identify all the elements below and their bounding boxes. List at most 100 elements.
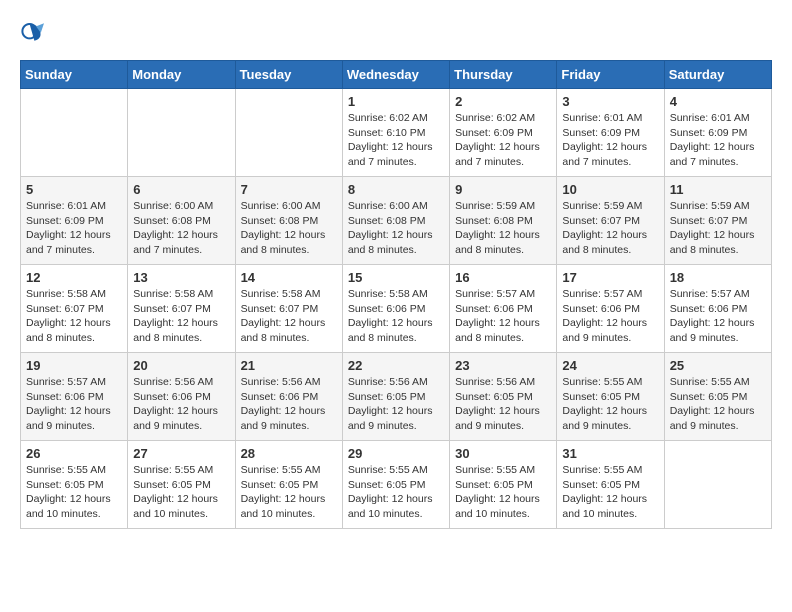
day-number: 3 bbox=[562, 94, 658, 109]
day-number: 29 bbox=[348, 446, 444, 461]
day-info: Sunrise: 5:58 AM Sunset: 6:06 PM Dayligh… bbox=[348, 287, 444, 346]
day-info: Sunrise: 5:55 AM Sunset: 6:05 PM Dayligh… bbox=[562, 463, 658, 522]
day-number: 1 bbox=[348, 94, 444, 109]
day-info: Sunrise: 5:58 AM Sunset: 6:07 PM Dayligh… bbox=[26, 287, 122, 346]
day-info: Sunrise: 5:55 AM Sunset: 6:05 PM Dayligh… bbox=[562, 375, 658, 434]
calendar-day-cell: 3 Sunrise: 6:01 AM Sunset: 6:09 PM Daylig… bbox=[557, 89, 664, 177]
day-info: Sunrise: 5:56 AM Sunset: 6:05 PM Dayligh… bbox=[348, 375, 444, 434]
calendar-day-cell: 19 Sunrise: 5:57 AM Sunset: 6:06 PM Dayli… bbox=[21, 353, 128, 441]
day-number: 20 bbox=[133, 358, 229, 373]
calendar-day-cell: 25Sunrise: 5:55 AM Sunset: 6:05 PM Dayli… bbox=[664, 353, 771, 441]
calendar-day-cell: 14 Sunrise: 5:58 AM Sunset: 6:07 PM Dayli… bbox=[235, 265, 342, 353]
day-of-week-header: Saturday bbox=[664, 61, 771, 89]
day-info: Sunrise: 5:57 AM Sunset: 6:06 PM Dayligh… bbox=[26, 375, 122, 434]
calendar-day-cell: 11 Sunrise: 5:59 AM Sunset: 6:07 PM Dayli… bbox=[664, 177, 771, 265]
calendar-week-row: 1 Sunrise: 6:02 AM Sunset: 6:10 PM Daylig… bbox=[21, 89, 772, 177]
day-number: 15 bbox=[348, 270, 444, 285]
day-info: Sunrise: 6:00 AM Sunset: 6:08 PM Dayligh… bbox=[241, 199, 337, 258]
day-info: Sunrise: 5:59 AM Sunset: 6:07 PM Dayligh… bbox=[562, 199, 658, 258]
day-number: 14 bbox=[241, 270, 337, 285]
calendar-day-cell: 15 Sunrise: 5:58 AM Sunset: 6:06 PM Dayli… bbox=[342, 265, 449, 353]
calendar-week-row: 26 Sunrise: 5:55 AM Sunset: 6:05 PM Dayli… bbox=[21, 441, 772, 529]
calendar-day-cell: 2Sunrise: 6:02 AM Sunset: 6:09 PM Daylig… bbox=[450, 89, 557, 177]
day-info: Sunrise: 5:56 AM Sunset: 6:06 PM Dayligh… bbox=[241, 375, 337, 434]
day-number: 5 bbox=[26, 182, 122, 197]
day-info: Sunrise: 6:01 AM Sunset: 6:09 PM Dayligh… bbox=[670, 111, 766, 170]
days-of-week-row: SundayMondayTuesdayWednesdayThursdayFrid… bbox=[21, 61, 772, 89]
calendar-week-row: 19 Sunrise: 5:57 AM Sunset: 6:06 PM Dayli… bbox=[21, 353, 772, 441]
day-number: 22 bbox=[348, 358, 444, 373]
day-info: Sunrise: 5:55 AM Sunset: 6:05 PM Dayligh… bbox=[348, 463, 444, 522]
calendar-day-cell bbox=[235, 89, 342, 177]
calendar-day-cell: 7 Sunrise: 6:00 AM Sunset: 6:08 PM Daylig… bbox=[235, 177, 342, 265]
day-number: 11 bbox=[670, 182, 766, 197]
day-number: 19 bbox=[26, 358, 122, 373]
day-info: Sunrise: 5:55 AM Sunset: 6:05 PM Dayligh… bbox=[133, 463, 229, 522]
calendar-day-cell: 10 Sunrise: 5:59 AM Sunset: 6:07 PM Dayli… bbox=[557, 177, 664, 265]
day-of-week-header: Wednesday bbox=[342, 61, 449, 89]
day-of-week-header: Tuesday bbox=[235, 61, 342, 89]
day-info: Sunrise: 5:57 AM Sunset: 6:06 PM Dayligh… bbox=[455, 287, 551, 346]
day-number: 2 bbox=[455, 94, 551, 109]
calendar-day-cell: 24 Sunrise: 5:55 AM Sunset: 6:05 PM Dayli… bbox=[557, 353, 664, 441]
day-info: Sunrise: 6:01 AM Sunset: 6:09 PM Dayligh… bbox=[562, 111, 658, 170]
calendar-day-cell: 30 Sunrise: 5:55 AM Sunset: 6:05 PM Dayli… bbox=[450, 441, 557, 529]
calendar-day-cell: 28 Sunrise: 5:55 AM Sunset: 6:05 PM Dayli… bbox=[235, 441, 342, 529]
day-number: 18 bbox=[670, 270, 766, 285]
day-info: Sunrise: 5:57 AM Sunset: 6:06 PM Dayligh… bbox=[670, 287, 766, 346]
day-info: Sunrise: 5:58 AM Sunset: 6:07 PM Dayligh… bbox=[241, 287, 337, 346]
day-info: Sunrise: 6:02 AM Sunset: 6:10 PM Dayligh… bbox=[348, 111, 444, 170]
day-number: 28 bbox=[241, 446, 337, 461]
day-number: 17 bbox=[562, 270, 658, 285]
day-info: Sunrise: 5:55 AM Sunset: 6:05 PM Dayligh… bbox=[455, 463, 551, 522]
day-of-week-header: Monday bbox=[128, 61, 235, 89]
day-info: Sunrise: 5:56 AM Sunset: 6:06 PM Dayligh… bbox=[133, 375, 229, 434]
day-number: 10 bbox=[562, 182, 658, 197]
day-of-week-header: Friday bbox=[557, 61, 664, 89]
day-info: Sunrise: 5:56 AM Sunset: 6:05 PM Dayligh… bbox=[455, 375, 551, 434]
day-number: 23 bbox=[455, 358, 551, 373]
calendar-day-cell: 16 Sunrise: 5:57 AM Sunset: 6:06 PM Dayli… bbox=[450, 265, 557, 353]
calendar-day-cell: 20 Sunrise: 5:56 AM Sunset: 6:06 PM Dayli… bbox=[128, 353, 235, 441]
calendar-body: 1 Sunrise: 6:02 AM Sunset: 6:10 PM Daylig… bbox=[21, 89, 772, 529]
calendar-day-cell: 4 Sunrise: 6:01 AM Sunset: 6:09 PM Daylig… bbox=[664, 89, 771, 177]
day-number: 26 bbox=[26, 446, 122, 461]
calendar-day-cell: 8Sunrise: 6:00 AM Sunset: 6:08 PM Daylig… bbox=[342, 177, 449, 265]
day-info: Sunrise: 5:55 AM Sunset: 6:05 PM Dayligh… bbox=[670, 375, 766, 434]
day-number: 12 bbox=[26, 270, 122, 285]
day-number: 24 bbox=[562, 358, 658, 373]
day-info: Sunrise: 5:59 AM Sunset: 6:08 PM Dayligh… bbox=[455, 199, 551, 258]
day-info: Sunrise: 5:55 AM Sunset: 6:05 PM Dayligh… bbox=[26, 463, 122, 522]
calendar-day-cell: 6Sunrise: 6:00 AM Sunset: 6:08 PM Daylig… bbox=[128, 177, 235, 265]
logo-icon bbox=[20, 20, 44, 44]
day-of-week-header: Sunday bbox=[21, 61, 128, 89]
day-info: Sunrise: 5:57 AM Sunset: 6:06 PM Dayligh… bbox=[562, 287, 658, 346]
day-number: 13 bbox=[133, 270, 229, 285]
calendar-day-cell: 9 Sunrise: 5:59 AM Sunset: 6:08 PM Daylig… bbox=[450, 177, 557, 265]
day-info: Sunrise: 5:59 AM Sunset: 6:07 PM Dayligh… bbox=[670, 199, 766, 258]
day-number: 4 bbox=[670, 94, 766, 109]
calendar-day-cell: 5Sunrise: 6:01 AM Sunset: 6:09 PM Daylig… bbox=[21, 177, 128, 265]
day-info: Sunrise: 5:58 AM Sunset: 6:07 PM Dayligh… bbox=[133, 287, 229, 346]
day-number: 21 bbox=[241, 358, 337, 373]
calendar-day-cell: 21 Sunrise: 5:56 AM Sunset: 6:06 PM Dayli… bbox=[235, 353, 342, 441]
day-number: 7 bbox=[241, 182, 337, 197]
logo bbox=[20, 20, 48, 44]
calendar-day-cell: 23 Sunrise: 5:56 AM Sunset: 6:05 PM Dayli… bbox=[450, 353, 557, 441]
day-info: Sunrise: 6:00 AM Sunset: 6:08 PM Dayligh… bbox=[133, 199, 229, 258]
calendar-day-cell: 1 Sunrise: 6:02 AM Sunset: 6:10 PM Daylig… bbox=[342, 89, 449, 177]
calendar-day-cell bbox=[21, 89, 128, 177]
calendar-table: SundayMondayTuesdayWednesdayThursdayFrid… bbox=[20, 60, 772, 529]
calendar-day-cell bbox=[664, 441, 771, 529]
day-number: 31 bbox=[562, 446, 658, 461]
calendar-header: SundayMondayTuesdayWednesdayThursdayFrid… bbox=[21, 61, 772, 89]
day-number: 9 bbox=[455, 182, 551, 197]
day-info: Sunrise: 5:55 AM Sunset: 6:05 PM Dayligh… bbox=[241, 463, 337, 522]
day-number: 16 bbox=[455, 270, 551, 285]
calendar-day-cell: 12 Sunrise: 5:58 AM Sunset: 6:07 PM Dayli… bbox=[21, 265, 128, 353]
day-number: 30 bbox=[455, 446, 551, 461]
day-info: Sunrise: 6:00 AM Sunset: 6:08 PM Dayligh… bbox=[348, 199, 444, 258]
page-header bbox=[20, 20, 772, 44]
calendar-day-cell: 13 Sunrise: 5:58 AM Sunset: 6:07 PM Dayli… bbox=[128, 265, 235, 353]
calendar-day-cell bbox=[128, 89, 235, 177]
